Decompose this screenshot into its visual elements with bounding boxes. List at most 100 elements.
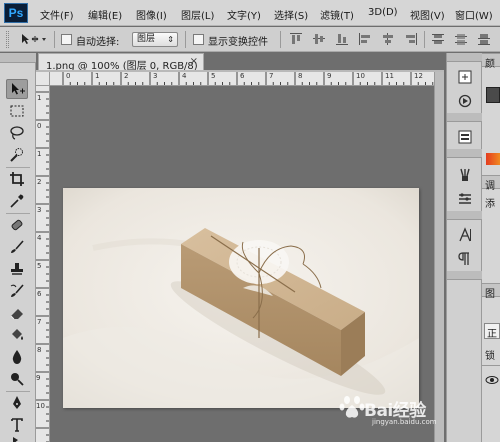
- properties-panel-button[interactable]: [455, 127, 475, 147]
- layers-panel-tab[interactable]: 图: [482, 283, 500, 300]
- crop-tool-icon: [10, 172, 24, 186]
- crop-tool[interactable]: [6, 169, 28, 189]
- divider: [482, 365, 500, 366]
- eraser-tool[interactable]: [6, 303, 28, 323]
- auto-select-label: 自动选择:: [76, 37, 120, 48]
- distribute-vertical-center-icon[interactable]: [454, 32, 468, 46]
- watermark: Bai经验 jingyan.baidu.com: [330, 388, 450, 428]
- clone-stamp-tool[interactable]: [6, 259, 28, 279]
- vertical-ruler[interactable]: 1 0 1 2 3 4 5 6 7 8 9 10: [36, 86, 50, 442]
- paint-bucket-tool[interactable]: [6, 325, 28, 345]
- separator: [280, 31, 281, 48]
- paint-bucket-tool-icon: [12, 329, 23, 340]
- panel-group-header[interactable]: [447, 211, 483, 220]
- eyedropper-tool[interactable]: [6, 191, 28, 211]
- panel-group-header[interactable]: [447, 271, 483, 280]
- ruler-label: 3: [37, 206, 42, 214]
- marquee-tool[interactable]: [6, 101, 28, 121]
- adjustments-tab-label: 调: [485, 181, 495, 192]
- tool-preset-picker[interactable]: [18, 31, 48, 48]
- brush-tool[interactable]: [6, 237, 28, 257]
- brush-tool-icon: [11, 240, 24, 253]
- align-bottom-icon[interactable]: [335, 32, 349, 46]
- type-tool-icon: [11, 418, 23, 432]
- panel-group-header[interactable]: [447, 149, 483, 158]
- document-tab[interactable]: 1.png @ 100% (图层 0, RGB/8) ×: [38, 53, 204, 72]
- distribute-top-icon[interactable]: [431, 32, 445, 46]
- type-tool[interactable]: [6, 415, 28, 435]
- character-panel-button[interactable]: [455, 225, 475, 245]
- ruler-label: 6: [37, 290, 42, 298]
- menu-file[interactable]: 文件(F): [40, 7, 74, 22]
- align-left-icon[interactable]: [358, 32, 372, 46]
- brush-panel-button[interactable]: [455, 165, 475, 185]
- menu-3d[interactable]: 3D(D): [368, 7, 398, 18]
- pen-tool[interactable]: [6, 393, 28, 413]
- color-panel-tab[interactable]: 颜: [482, 53, 500, 70]
- ruler-label: 4: [37, 234, 42, 242]
- ruler-label: 8: [298, 72, 303, 80]
- ruler-label: 9: [36, 374, 41, 382]
- actions-panel-button[interactable]: [455, 91, 475, 111]
- lasso-tool-icon: [10, 126, 24, 140]
- dodge-tool[interactable]: [6, 369, 28, 389]
- eye-visibility-icon[interactable]: [485, 375, 499, 385]
- menu-window[interactable]: 窗口(W): [455, 7, 493, 22]
- distribute-bottom-icon[interactable]: [477, 32, 491, 46]
- menu-layer[interactable]: 图层(L): [181, 7, 214, 22]
- separator: [185, 31, 186, 48]
- adjustments-panel-tab[interactable]: 调: [482, 175, 500, 192]
- gift-box-photo: [63, 188, 419, 408]
- options-bar-grip[interactable]: [6, 31, 9, 48]
- foreground-color-swatch[interactable]: [486, 87, 500, 103]
- menu-filter[interactable]: 滤镜(T): [320, 7, 354, 22]
- show-transform-label: 显示变换控件: [208, 37, 268, 48]
- horizontal-ruler[interactable]: 0 1 2 3 4 5 6 7 8 9 10 11 12: [50, 72, 434, 86]
- align-horizontal-center-icon[interactable]: [381, 32, 395, 46]
- panel-group-header[interactable]: [447, 113, 483, 122]
- brush-presets-panel-button[interactable]: [455, 189, 475, 209]
- eraser-tool-icon: [10, 309, 23, 320]
- history-panel-button[interactable]: [455, 67, 475, 87]
- auto-select-dropdown[interactable]: 图层 ⇕: [132, 32, 178, 47]
- align-top-icon[interactable]: [289, 32, 303, 46]
- ruler-label: 1: [37, 150, 42, 158]
- ruler-label: 0: [37, 122, 42, 130]
- align-vertical-center-icon[interactable]: [312, 32, 326, 46]
- show-transform-checkbox[interactable]: [193, 34, 204, 45]
- baidu-paw-icon: [339, 396, 365, 418]
- menu-select[interactable]: 选择(S): [274, 7, 308, 22]
- panel-dock: [446, 53, 483, 442]
- menu-type[interactable]: 文字(Y): [227, 7, 261, 22]
- move-tool-icon: [22, 34, 46, 44]
- document-image[interactable]: [63, 188, 419, 408]
- vertical-scrollbar[interactable]: [434, 72, 444, 442]
- lasso-tool[interactable]: [6, 123, 28, 143]
- path-select-tool[interactable]: [6, 435, 28, 442]
- menu-view[interactable]: 视图(V): [410, 7, 445, 22]
- ruler-origin[interactable]: [36, 72, 50, 86]
- blend-mode-dropdown[interactable]: 正: [484, 323, 500, 340]
- healing-brush-tool[interactable]: [6, 215, 28, 235]
- history-brush-tool-icon: [10, 284, 24, 297]
- character-icon: [459, 227, 471, 242]
- history-brush-tool[interactable]: [6, 281, 28, 301]
- paragraph-panel-button[interactable]: [455, 249, 475, 269]
- tools-panel-header[interactable]: [0, 53, 36, 63]
- tool-group-divider: [6, 213, 30, 214]
- watermark-url: jingyan.baidu.com: [372, 418, 437, 426]
- ruler-label: 0: [66, 72, 71, 80]
- ruler-label: 2: [124, 72, 129, 80]
- move-tool[interactable]: [6, 79, 28, 99]
- quick-select-tool[interactable]: [6, 145, 28, 165]
- blur-tool[interactable]: [6, 347, 28, 367]
- panel-dock-header[interactable]: [447, 53, 483, 62]
- color-spectrum-bar[interactable]: [486, 153, 500, 165]
- menu-edit[interactable]: 编辑(E): [88, 7, 122, 22]
- tool-group-divider: [6, 167, 30, 168]
- close-icon[interactable]: ×: [190, 56, 198, 67]
- auto-select-checkbox[interactable]: [61, 34, 72, 45]
- separator: [54, 31, 55, 48]
- align-right-icon[interactable]: [404, 32, 418, 46]
- menu-image[interactable]: 图像(I): [136, 7, 167, 22]
